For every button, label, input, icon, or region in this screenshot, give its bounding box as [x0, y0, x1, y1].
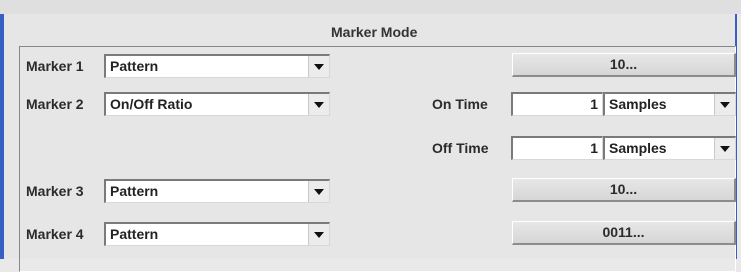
marker-3-mode-select[interactable]: Pattern [104, 179, 330, 203]
marker-4-pattern-button[interactable]: 0011... [512, 221, 736, 245]
marker-1-label: Marker 1 [26, 58, 84, 74]
group-title: Marker Mode [330, 23, 419, 41]
chevron-down-icon[interactable] [308, 56, 329, 77]
marker-1-pattern-button[interactable]: 10... [512, 53, 736, 77]
chevron-down-icon[interactable] [308, 181, 329, 202]
chevron-down-icon[interactable] [308, 94, 329, 115]
marker-2-mode-select[interactable]: On/Off Ratio [104, 92, 330, 116]
marker-2-label: Marker 2 [26, 96, 84, 112]
chevron-down-icon[interactable] [714, 138, 735, 159]
marker-1-mode-value: Pattern [110, 58, 159, 74]
chevron-down-icon[interactable] [714, 94, 735, 115]
off-time-value: 1 [590, 140, 598, 156]
marker-3-pattern-button[interactable]: 10... [512, 178, 736, 202]
on-time-unit-value: Samples [609, 96, 667, 112]
off-time-label: Off Time [432, 140, 489, 156]
marker-3-mode-value: Pattern [110, 183, 159, 199]
marker-4-mode-value: Pattern [110, 226, 159, 242]
marker-1-mode-select[interactable]: Pattern [104, 54, 330, 78]
off-time-unit-select[interactable]: Samples [603, 136, 736, 160]
on-time-label: On Time [432, 96, 488, 112]
off-time-unit-value: Samples [609, 140, 667, 156]
marker-3-label: Marker 3 [26, 183, 84, 199]
chevron-down-icon[interactable] [308, 224, 329, 245]
off-time-input[interactable]: 1 [511, 136, 603, 160]
marker-2-mode-value: On/Off Ratio [110, 96, 193, 112]
marker-4-label: Marker 4 [26, 226, 84, 242]
on-time-value: 1 [590, 96, 598, 112]
marker-4-mode-select[interactable]: Pattern [104, 222, 330, 246]
on-time-input[interactable]: 1 [511, 92, 603, 116]
top-bar [0, 0, 741, 14]
on-time-unit-select[interactable]: Samples [603, 92, 736, 116]
